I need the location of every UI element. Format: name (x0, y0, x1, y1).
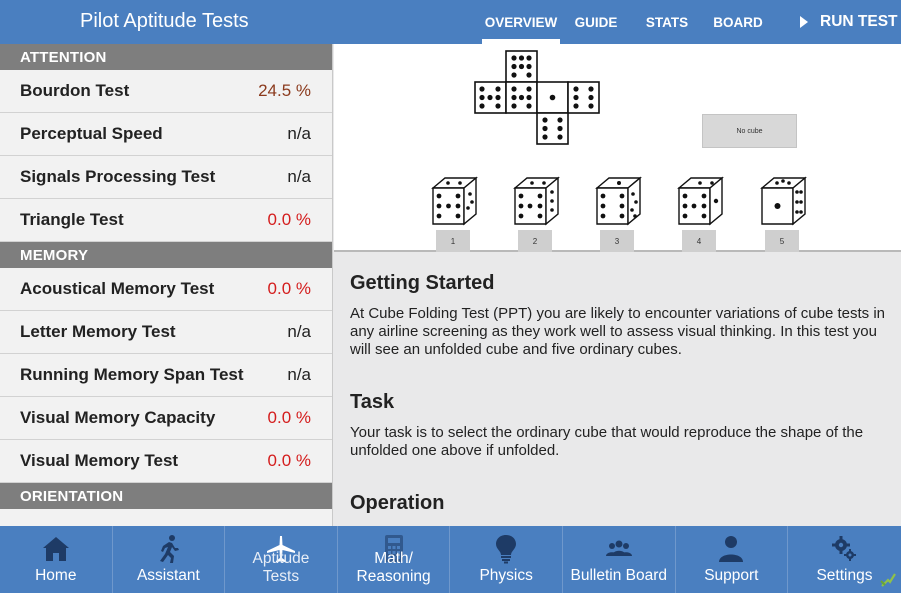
test-score: 0.0 % (267, 451, 311, 470)
person-icon (719, 536, 744, 562)
task-text: Your task is to select the ordinary cube… (350, 424, 864, 459)
nav-support-label: Support (704, 567, 759, 584)
list-item[interactable]: Triangle Test 0.0 % (0, 199, 332, 242)
choice-number: 3 (600, 230, 634, 252)
test-score: n/a (287, 322, 311, 341)
nav-bulletin-board[interactable]: Bulletin Board (563, 526, 676, 593)
sync-icon (880, 573, 896, 587)
nav-physics[interactable]: Physics (450, 526, 563, 593)
dice-icon (595, 176, 642, 226)
choice-number: 2 (518, 230, 552, 252)
dice-icon (677, 176, 724, 226)
bottom-navigation: Home Assistant Aptitude Tests Math/ Reas… (0, 526, 901, 593)
home-icon (42, 537, 69, 561)
test-name: Bourdon Test (20, 81, 130, 100)
dice-icon (513, 176, 560, 226)
play-icon (800, 16, 808, 28)
test-score: 0.0 % (267, 210, 311, 229)
cube-option-2[interactable]: 2 (512, 174, 562, 252)
tab-board[interactable]: BOARD (702, 0, 774, 44)
test-name: Signals Processing Test (20, 167, 216, 186)
dice-icon (431, 176, 478, 226)
list-item[interactable]: Visual Memory Test 0.0 % (0, 440, 332, 483)
cube-option-5[interactable]: 5 (759, 174, 809, 252)
test-score: n/a (287, 365, 311, 384)
cube-option-1[interactable]: 1 (430, 174, 480, 252)
test-preview: No cube 1 2 3 4 5 (334, 44, 901, 252)
running-person-icon (160, 535, 180, 563)
list-item[interactable]: Bourdon Test 24.5 % (0, 70, 332, 113)
test-score: 24.5 % (258, 81, 311, 100)
operation-heading: Operation (350, 492, 445, 514)
choice-number: 5 (765, 230, 799, 252)
overview-content: Getting Started At Cube Folding Test (PP… (334, 254, 901, 526)
getting-started-heading: Getting Started (350, 272, 495, 294)
list-item[interactable]: Visual Memory Capacity 0.0 % (0, 397, 332, 440)
nav-assistant[interactable]: Assistant (113, 526, 226, 593)
list-item[interactable] (0, 509, 332, 526)
test-name: Visual Memory Capacity (20, 408, 216, 427)
test-list[interactable]: ATTENTION Bourdon Test 24.5 % Perceptual… (0, 44, 333, 526)
tab-overview[interactable]: OVERVIEW (482, 0, 560, 44)
cube-option-3[interactable]: 3 (594, 174, 644, 252)
choice-number: 1 (436, 230, 470, 252)
test-name: Running Memory Span Test (20, 365, 244, 384)
test-score: n/a (287, 124, 311, 143)
list-item[interactable]: Signals Processing Test n/a (0, 156, 332, 199)
gears-icon (832, 536, 857, 561)
nav-aptitude-tests-label: Aptitude Tests (252, 550, 310, 585)
task-heading: Task (350, 391, 395, 413)
list-item[interactable]: Running Memory Span Test n/a (0, 354, 332, 397)
test-score: 0.0 % (267, 408, 311, 427)
test-name: Perceptual Speed (20, 124, 163, 143)
nav-math-reasoning-label: Math/ Reasoning (356, 550, 431, 585)
test-name: Triangle Test (20, 210, 124, 229)
top-app-bar: Pilot Aptitude Tests OVERVIEW GUIDE STAT… (0, 0, 901, 44)
list-item[interactable]: Perceptual Speed n/a (0, 113, 332, 156)
list-item[interactable]: Letter Memory Test n/a (0, 311, 332, 354)
test-score: n/a (287, 167, 311, 186)
getting-started-text: At Cube Folding Test (PPT) you are likel… (350, 305, 885, 358)
nav-support[interactable]: Support (676, 526, 789, 593)
nav-aptitude-tests[interactable]: Aptitude Tests (225, 526, 338, 593)
tab-guide[interactable]: GUIDE (560, 0, 632, 44)
unfolded-cube (474, 50, 600, 145)
nav-home-label: Home (35, 567, 77, 584)
no-cube-button[interactable]: No cube (702, 114, 797, 148)
test-name: Visual Memory Test (20, 451, 179, 470)
test-name: Letter Memory Test (20, 322, 176, 341)
tab-bar: OVERVIEW GUIDE STATS BOARD (482, 0, 774, 44)
nav-physics-label: Physics (479, 567, 533, 584)
tab-stats[interactable]: STATS (632, 0, 702, 44)
nav-bulletin-board-label: Bulletin Board (570, 567, 668, 584)
list-item[interactable]: Acoustical Memory Test 0.0 % (0, 268, 332, 311)
run-test-label: RUN TEST (820, 13, 898, 30)
group-icon (605, 540, 632, 556)
run-test-button[interactable]: RUN TEST (796, 0, 898, 44)
section-header-memory: MEMORY (0, 242, 332, 268)
lightbulb-icon (496, 535, 517, 564)
dice-icon (760, 176, 807, 226)
test-score: 0.0 % (267, 279, 311, 298)
nav-math-reasoning[interactable]: Math/ Reasoning (338, 526, 451, 593)
section-header-attention: ATTENTION (0, 44, 332, 70)
test-name: Acoustical Memory Test (20, 279, 215, 298)
section-header-orientation: ORIENTATION (0, 483, 332, 509)
nav-assistant-label: Assistant (136, 567, 200, 584)
nav-settings[interactable]: Settings (788, 526, 901, 593)
choice-number: 4 (682, 230, 716, 252)
app-title: Pilot Aptitude Tests (80, 10, 249, 32)
cube-option-4[interactable]: 4 (676, 174, 726, 252)
nav-home[interactable]: Home (0, 526, 113, 593)
